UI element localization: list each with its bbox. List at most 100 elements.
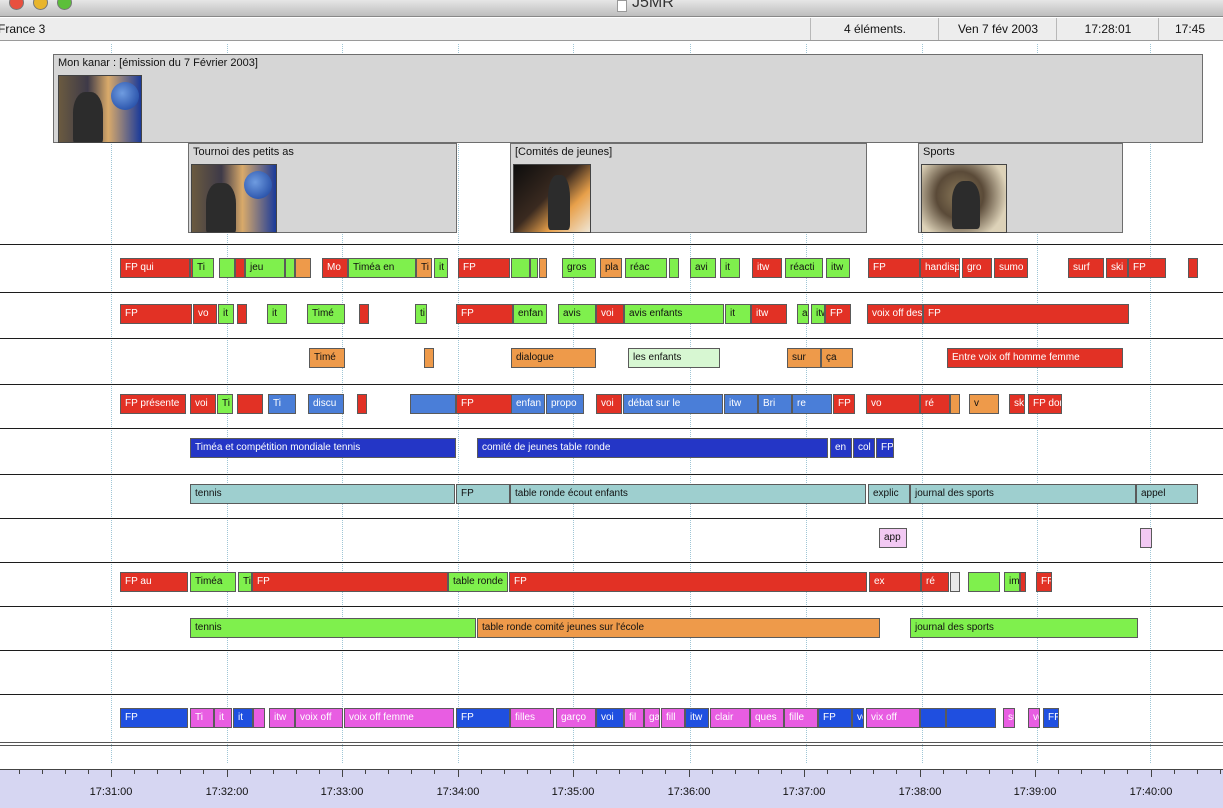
annotation-block[interactable]: Ti xyxy=(268,394,296,414)
annotation-block[interactable] xyxy=(1140,528,1152,548)
annotation-block[interactable]: FP donne les xyxy=(1028,394,1062,414)
segment-sports[interactable]: Sports xyxy=(918,143,1123,233)
annotation-block[interactable]: Mo xyxy=(322,258,348,278)
annotation-block[interactable] xyxy=(219,258,235,278)
annotation-block[interactable]: Timéa en compétition xyxy=(238,572,252,592)
annotation-block[interactable]: itw xyxy=(685,708,709,728)
annotation-block[interactable]: a xyxy=(797,304,809,324)
annotation-block[interactable]: en xyxy=(830,438,852,458)
annotation-block[interactable]: su xyxy=(1003,708,1015,728)
annotation-block[interactable]: images xyxy=(1004,572,1020,592)
annotation-block[interactable] xyxy=(950,572,960,592)
annotation-block[interactable]: voi xyxy=(596,394,622,414)
annotation-block[interactable]: filles xyxy=(510,708,554,728)
annotation-block[interactable]: FP xyxy=(120,304,192,324)
annotation-block[interactable]: FP xyxy=(876,438,894,458)
annotation-block[interactable]: itw xyxy=(751,304,787,324)
annotation-block[interactable]: avis xyxy=(558,304,596,324)
annotation-block[interactable] xyxy=(920,708,946,728)
annotation-block[interactable] xyxy=(539,258,547,278)
annotation-block[interactable]: FP présente xyxy=(120,394,186,414)
annotation-block[interactable]: Timéa en xyxy=(348,258,416,278)
annotation-block[interactable]: FP xyxy=(1020,572,1026,592)
annotation-block[interactable]: tennis xyxy=(190,618,476,638)
annotation-block[interactable]: itw xyxy=(724,394,758,414)
annotation-block[interactable]: ques xyxy=(750,708,784,728)
annotation-block[interactable]: it xyxy=(218,304,234,324)
annotation-block[interactable]: FP xyxy=(456,304,513,324)
close-button[interactable] xyxy=(9,0,24,10)
annotation-block[interactable]: Bri xyxy=(758,394,792,414)
annotation-block[interactable]: FP xyxy=(818,708,852,728)
annotation-block[interactable]: itw xyxy=(752,258,782,278)
annotation-block[interactable]: enfan xyxy=(511,394,545,414)
time-ruler[interactable]: 17:31:00 17:32:00 17:33:00 17:34:00 17:35:00… xyxy=(0,769,1223,808)
annotation-block[interactable]: avi xyxy=(690,258,716,278)
segment-main[interactable]: Mon kanar : [émission du 7 Février 2003] xyxy=(53,54,1203,143)
annotation-block[interactable]: jeu xyxy=(245,258,285,278)
annotation-block[interactable]: it xyxy=(725,304,751,324)
annotation-block[interactable]: Timéa et compétition mondiale tennis xyxy=(190,438,456,458)
annotation-block[interactable] xyxy=(669,258,679,278)
annotation-block[interactable]: appel xyxy=(1136,484,1198,504)
annotation-block[interactable]: itw xyxy=(269,708,295,728)
annotation-block[interactable]: FP au xyxy=(120,572,188,592)
annotation-block[interactable]: col xyxy=(853,438,875,458)
annotation-block[interactable]: table ronde comité jeunes sur l'école xyxy=(477,618,880,638)
annotation-block[interactable]: voix off des adultes xyxy=(867,304,923,324)
annotation-block[interactable]: itw xyxy=(826,258,850,278)
annotation-block[interactable]: voi xyxy=(190,394,216,414)
annotation-block[interactable] xyxy=(237,394,263,414)
annotation-block[interactable]: surf xyxy=(1068,258,1104,278)
annotation-block[interactable]: fil xyxy=(624,708,644,728)
annotation-block[interactable] xyxy=(424,348,434,368)
annotation-block[interactable] xyxy=(285,258,295,278)
annotation-block[interactable]: FP xyxy=(509,572,867,592)
annotation-block[interactable]: les enfants xyxy=(628,348,720,368)
annotation-block[interactable]: réac xyxy=(625,258,667,278)
minimize-button[interactable] xyxy=(33,0,48,10)
annotation-block[interactable] xyxy=(237,304,247,324)
annotation-block[interactable] xyxy=(511,258,530,278)
annotation-block[interactable]: FP xyxy=(1128,258,1166,278)
annotation-block[interactable]: Timé xyxy=(309,348,345,368)
annotation-block[interactable]: ski xyxy=(1106,258,1128,278)
annotation-block[interactable]: ça xyxy=(821,348,853,368)
annotation-block[interactable]: voi xyxy=(852,708,864,728)
annotation-block[interactable]: Entre voix off homme femme xyxy=(947,348,1123,368)
annotation-block[interactable]: débat sur le xyxy=(623,394,723,414)
annotation-block[interactable]: Ti xyxy=(192,258,214,278)
annotation-block[interactable]: handisp xyxy=(920,258,960,278)
annotation-block[interactable]: voi xyxy=(596,304,624,324)
annotation-block[interactable] xyxy=(235,258,245,278)
annotation-block[interactable] xyxy=(946,708,996,728)
annotation-block[interactable]: Timé xyxy=(307,304,345,324)
annotation-block[interactable]: vo xyxy=(866,394,920,414)
annotation-block[interactable] xyxy=(410,394,456,414)
annotation-block[interactable]: v xyxy=(969,394,999,414)
annotation-block[interactable]: propo xyxy=(546,394,584,414)
annotation-block[interactable]: it xyxy=(214,708,232,728)
annotation-block[interactable]: Timéa xyxy=(190,572,236,592)
annotation-block[interactable]: discu xyxy=(308,394,344,414)
annotation-block[interactable]: FP xyxy=(120,708,188,728)
annotation-block[interactable]: gar xyxy=(644,708,660,728)
annotation-block[interactable]: table ronde xyxy=(448,572,508,592)
annotation-block[interactable]: journal des sports xyxy=(910,618,1138,638)
annotation-block[interactable] xyxy=(295,258,311,278)
segment-tournoi[interactable]: Tournoi des petits as xyxy=(188,143,457,233)
annotation-block[interactable]: dialogue xyxy=(511,348,596,368)
annotation-block[interactable]: Ti xyxy=(416,258,432,278)
annotation-block[interactable]: table ronde écout enfants xyxy=(510,484,866,504)
annotation-block[interactable]: clair xyxy=(710,708,750,728)
annotation-block[interactable]: Ti xyxy=(217,394,233,414)
annotation-block[interactable]: avis enfants xyxy=(624,304,724,324)
annotation-block[interactable]: vo xyxy=(193,304,217,324)
annotation-block[interactable]: sur xyxy=(787,348,821,368)
annotation-block[interactable]: ex xyxy=(869,572,921,592)
annotation-block[interactable] xyxy=(357,394,367,414)
annotation-block[interactable]: FP xyxy=(456,394,512,414)
annotation-block[interactable]: gro xyxy=(962,258,992,278)
annotation-block[interactable]: Ti xyxy=(190,708,214,728)
annotation-block[interactable]: pla xyxy=(600,258,622,278)
